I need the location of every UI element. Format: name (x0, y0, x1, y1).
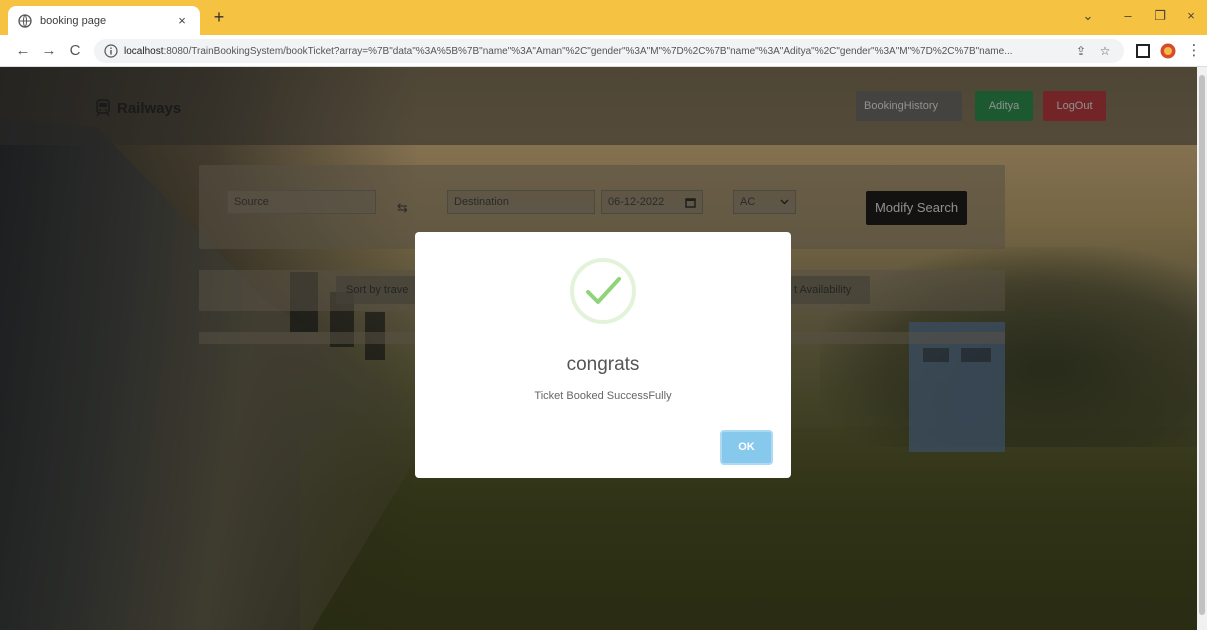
bookmark-icon[interactable]: ☆ (1096, 44, 1114, 58)
success-dialog: congrats Ticket Booked SuccessFully OK (415, 232, 791, 478)
minimize-icon[interactable]: – (1118, 8, 1138, 23)
scrollbar-thumb[interactable] (1199, 75, 1205, 615)
address-bar[interactable]: localhost:8080/TrainBookingSystem/bookTi… (94, 39, 1124, 63)
dialog-message: Ticket Booked SuccessFully (534, 390, 672, 402)
tab-close-icon[interactable]: × (174, 13, 190, 28)
forward-icon[interactable]: → (40, 42, 58, 60)
tab-title: booking page (40, 14, 107, 27)
share-icon[interactable]: ⇪ (1072, 44, 1090, 58)
browser-toolbar: ← → C localhost:8080/TrainBookingSystem/… (0, 35, 1207, 67)
dialog-title: congrats (566, 354, 640, 375)
ok-button[interactable]: OK (720, 430, 773, 465)
page-viewport: Railways BookingHistory Aditya LogOut So… (0, 67, 1197, 630)
new-tab-icon[interactable]: + (208, 7, 230, 27)
reload-icon[interactable]: C (66, 42, 84, 60)
window-close-icon[interactable]: × (1181, 8, 1201, 23)
browser-menu-icon[interactable]: ⋮ (1185, 42, 1203, 60)
profile-avatar-icon[interactable] (1160, 43, 1176, 59)
page-scrollbar[interactable] (1197, 67, 1207, 630)
info-icon[interactable] (104, 44, 118, 58)
restore-icon[interactable]: ❐ (1150, 8, 1170, 24)
success-check-icon (570, 258, 636, 324)
url-text: localhost:8080/TrainBookingSystem/bookTi… (124, 45, 1013, 57)
globe-icon (18, 13, 32, 28)
side-panel-icon[interactable] (1135, 43, 1151, 59)
browser-tab-bar: booking page × + ⌄ – ❐ × (0, 0, 1207, 35)
back-icon[interactable]: ← (14, 42, 32, 60)
browser-tab[interactable]: booking page × (8, 6, 200, 35)
tab-search-icon[interactable]: ⌄ (1078, 8, 1098, 24)
